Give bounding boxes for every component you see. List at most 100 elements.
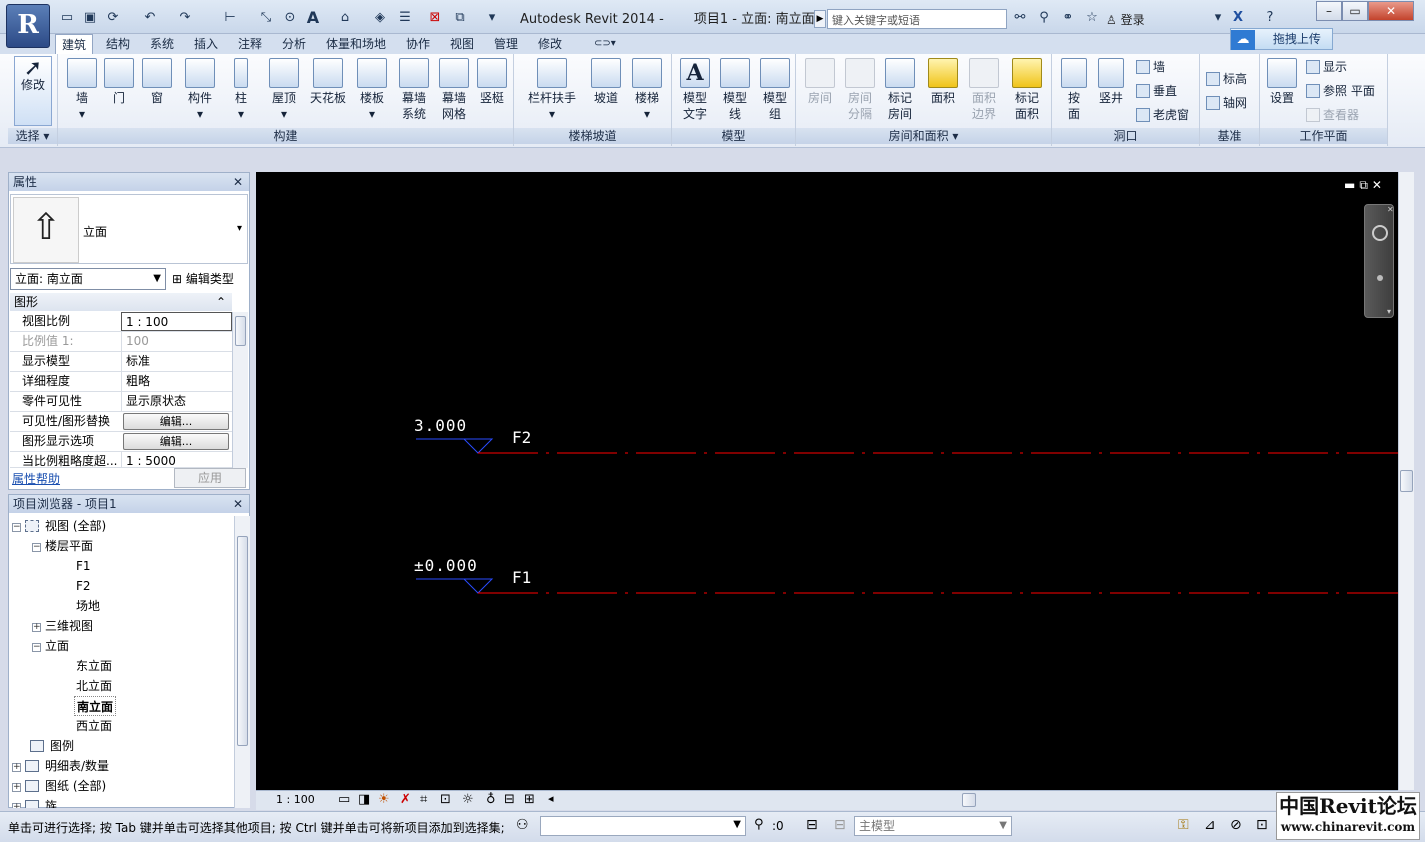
level-f2-elevation[interactable]: 3.000 — [414, 416, 467, 435]
search-input[interactable]: 键入关键字或短语 — [827, 9, 1007, 29]
stair-button[interactable]: 楼梯 ▾ — [628, 58, 666, 122]
show-workplane-button[interactable]: 显示 — [1306, 58, 1347, 76]
cloud-upload-button[interactable]: ☁ 拖拽上传 — [1230, 28, 1333, 50]
view-scale-input[interactable]: 1 : 100 — [121, 312, 232, 331]
tab-manage[interactable]: 管理 — [494, 34, 518, 54]
temp-hide-icon[interactable]: ☼ — [462, 792, 474, 807]
tree-node-sheets[interactable]: + 图纸 (全部) — [12, 776, 106, 796]
application-menu-button[interactable]: R — [6, 4, 50, 48]
reveal-hidden-icon[interactable]: ♁ — [486, 792, 496, 807]
dimension-icon[interactable]: ⤡ — [256, 9, 276, 27]
tree-node-elevations[interactable]: − 立面 — [32, 636, 69, 656]
expand-toggle-icon[interactable]: + — [12, 763, 21, 772]
horizontal-scroll-thumb[interactable] — [962, 793, 976, 807]
save-icon[interactable]: ▣ — [80, 9, 100, 27]
apply-button[interactable]: 应用 — [174, 468, 246, 488]
view-close-icon[interactable]: ✕ — [1372, 178, 1386, 192]
filter-icon[interactable]: ⚲ — [754, 817, 764, 832]
close-icon[interactable]: ✕ — [233, 495, 243, 513]
section-icon[interactable]: ◈ — [370, 9, 390, 27]
nav-close-icon[interactable]: ✕ — [1387, 205, 1394, 214]
tree-node-floor-plans[interactable]: − 楼层平面 — [32, 536, 93, 556]
exchange-apps-icon[interactable]: X — [1228, 9, 1248, 27]
graphics-section-header[interactable]: 图形 ⌃ — [10, 293, 232, 311]
detail-level-icon[interactable]: ▭ — [338, 792, 350, 807]
shaft-button[interactable]: 竖井 — [1094, 58, 1128, 106]
login-dropdown-icon[interactable]: ▾ — [1208, 9, 1228, 27]
favorites-icon[interactable]: ☆ — [1082, 9, 1102, 27]
canvas-vertical-scrollbar[interactable] — [1398, 172, 1414, 790]
scroll-thumb[interactable] — [237, 536, 248, 746]
window-button[interactable]: 窗 — [140, 58, 174, 106]
level-f2[interactable] — [416, 438, 1398, 454]
level-f2-name[interactable]: F2 — [512, 428, 531, 447]
tab-annotate[interactable]: 注释 — [238, 34, 262, 54]
ceiling-button[interactable]: 天花板 — [306, 58, 350, 106]
tree-node-f1[interactable]: F1 — [76, 556, 91, 576]
by-face-button[interactable]: 按 面 — [1058, 58, 1090, 122]
qat-dropdown-icon[interactable]: ▾ — [482, 9, 502, 27]
column-button[interactable]: 柱 ▾ — [224, 58, 258, 122]
design-option-selector[interactable]: 主模型 ▼ — [854, 816, 1012, 836]
parts-visibility-value[interactable]: 显示原状态 — [121, 392, 232, 411]
wall-opening-button[interactable]: 墙 — [1136, 58, 1165, 76]
tree-node-schedules[interactable]: + 明细表/数量 — [12, 756, 109, 776]
tag-icon[interactable]: ⊙ — [280, 9, 300, 27]
area-boundary-button[interactable]: 面积 边界 — [966, 58, 1002, 122]
workset-selector[interactable]: ▼ — [540, 816, 746, 836]
measure-icon[interactable]: ⊢ — [220, 9, 240, 27]
scroll-thumb[interactable] — [235, 316, 246, 346]
redo-icon[interactable]: ↷ — [175, 9, 195, 27]
detail-level-value[interactable]: 粗略 — [121, 372, 232, 391]
vertical-opening-button[interactable]: 垂直 — [1136, 82, 1177, 100]
text-icon[interactable]: A — [303, 9, 323, 27]
ramp-button[interactable]: 坡道 — [588, 58, 624, 106]
tab-modify[interactable]: 修改 — [538, 34, 562, 54]
tab-architecture[interactable]: 建筑 — [55, 34, 93, 54]
properties-help-link[interactable]: 属性帮助 — [12, 470, 60, 487]
floor-button[interactable]: 楼板 ▾ — [354, 58, 390, 122]
room-area-panel-header[interactable]: 房间和面积 ▾ — [796, 128, 1051, 144]
visual-style-icon[interactable]: ◨ — [358, 792, 370, 807]
level-f1-name[interactable]: F1 — [512, 568, 531, 587]
select-underlay-icon[interactable]: ⊿ — [1204, 817, 1216, 833]
drawing-canvas[interactable]: 3.000 F2 ±0.000 F1 ▬⧉✕ ✕ ▾ — [256, 172, 1398, 790]
editable-only-icon[interactable]: ⊟ — [834, 817, 846, 833]
room-separator-button[interactable]: 房间 分隔 — [842, 58, 878, 122]
select-links-icon[interactable]: ⚿ — [1178, 817, 1189, 833]
login-button[interactable]: ♙ 登录 — [1106, 11, 1145, 28]
open-icon[interactable]: ▭ — [57, 9, 77, 27]
nav-dropdown-icon[interactable]: ▾ — [1387, 307, 1391, 316]
curtain-grid-button[interactable]: 幕墙 网格 — [436, 58, 472, 122]
level-button[interactable]: 标高 — [1206, 70, 1247, 88]
graphic-display-edit-button[interactable]: 编辑... — [123, 433, 229, 450]
sun-path-icon[interactable]: ☀ — [378, 792, 390, 807]
tree-node-f2[interactable]: F2 — [76, 576, 91, 596]
maximize-button[interactable]: ▭ — [1342, 1, 1368, 21]
curtain-system-button[interactable]: 幕墙 系统 — [396, 58, 432, 122]
worksets-icon[interactable]: ⚇ — [516, 817, 529, 833]
tree-node-3d-views[interactable]: + 三维视图 — [32, 616, 93, 636]
collapse-toggle-icon[interactable]: − — [32, 543, 41, 552]
tree-node-south-elevation[interactable]: 南立面 — [74, 696, 117, 716]
mullion-button[interactable]: 竖梃 — [474, 58, 510, 106]
area-button[interactable]: 面积 — [924, 58, 962, 106]
tree-node-east-elevation[interactable]: 东立面 — [76, 656, 112, 676]
collapse-toggle-icon[interactable]: − — [32, 643, 41, 652]
worksharing-icon[interactable]: ⊟ — [504, 792, 515, 807]
select-panel-header[interactable]: 选择 ▾ — [8, 128, 57, 144]
scroll-thumb[interactable] — [1400, 470, 1413, 492]
switch-windows-icon[interactable]: ⧉ — [450, 9, 470, 27]
railing-button[interactable]: 栏杆扶手 ▾ — [522, 58, 582, 122]
vg-overrides-edit-button[interactable]: 编辑... — [123, 413, 229, 430]
design-options-icon[interactable]: ⊟ — [806, 817, 818, 833]
dormer-button[interactable]: 老虎窗 — [1136, 106, 1189, 124]
tab-collaborate[interactable]: 协作 — [406, 34, 430, 54]
select-by-face-icon[interactable]: ⊡ — [1256, 817, 1268, 833]
model-line-button[interactable]: 模型 线 — [716, 58, 754, 122]
expand-toggle-icon[interactable]: + — [12, 803, 21, 808]
tab-view[interactable]: 视图 — [450, 34, 474, 54]
select-pinned-icon[interactable]: ⊘ — [1230, 817, 1242, 833]
grid-button[interactable]: 轴网 — [1206, 94, 1247, 112]
collapse-toggle-icon[interactable]: − — [12, 523, 21, 532]
